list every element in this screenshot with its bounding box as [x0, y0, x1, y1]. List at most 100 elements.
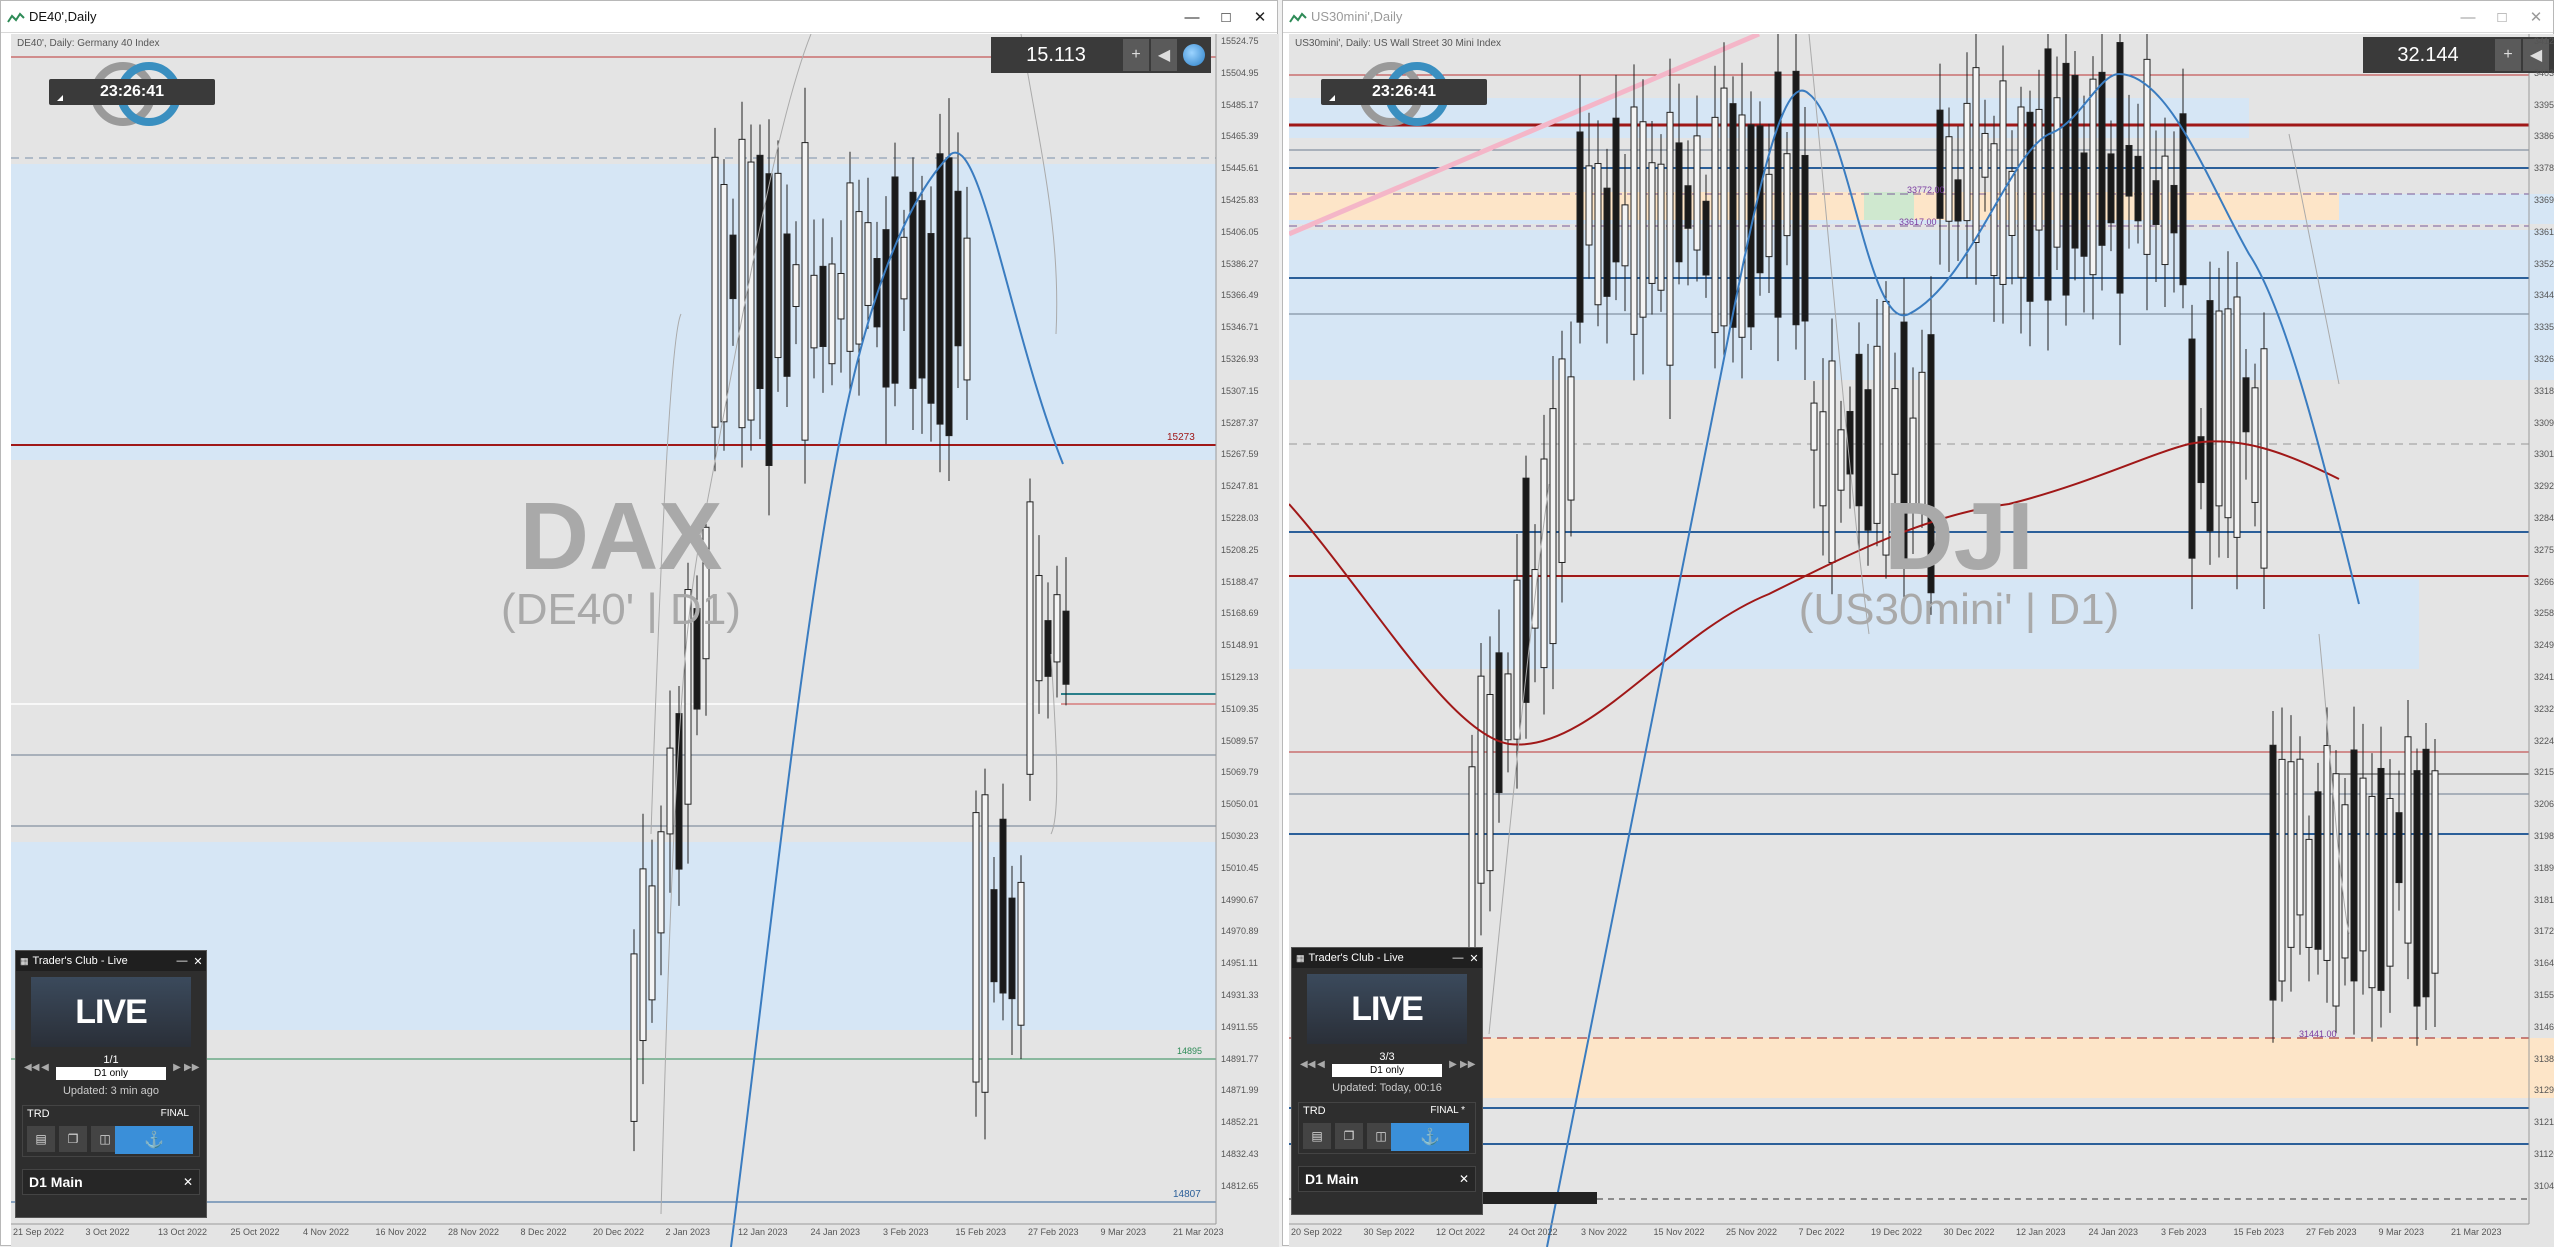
date-tick: 9 Mar 2023 — [1100, 1227, 1147, 1237]
d1-main-bar[interactable]: D1 Main ✕ — [22, 1169, 200, 1195]
candle-body — [2089, 78, 2097, 276]
traders-club-panel: ▦ Trader's Club - Live — ✕ LIVE ◀◀ ◀ 3/3… — [1291, 947, 1483, 1215]
candle-body — [1558, 358, 1566, 563]
price-tick: 15050.01 — [1221, 799, 1259, 810]
candle-body — [1549, 408, 1557, 645]
windows-icon[interactable]: ❐ — [59, 1126, 87, 1152]
globe-icon[interactable] — [1183, 44, 1205, 66]
price-tick: 32155.03 — [2534, 767, 2554, 778]
candle-body — [846, 182, 854, 352]
close-icon[interactable]: ✕ — [1466, 952, 1482, 965]
anchor-button[interactable]: ⚓ — [115, 1126, 193, 1154]
d1-main-bar[interactable]: D1 Main ✕ — [1298, 1166, 1476, 1192]
price-tick: 33782.76 — [2534, 163, 2554, 174]
titlebar[interactable]: US30mini',Daily — □ ✕ — [1283, 1, 2553, 33]
titlebar[interactable]: DE40',Daily — □ ✕ — [1, 1, 1277, 33]
minimize-icon[interactable]: — — [174, 955, 190, 967]
candle-body — [1594, 163, 1602, 306]
price-tick: 15168.69 — [1221, 608, 1259, 619]
candle-body — [900, 236, 908, 300]
anchor-button[interactable]: ⚓ — [1391, 1123, 1469, 1151]
last-page-icon[interactable]: ▶▶ — [184, 1062, 199, 1073]
live-banner[interactable]: LIVE — [1307, 974, 1467, 1044]
price-tick: 32069.36 — [2534, 799, 2554, 810]
spread-widget: 32.144 + ◀ — [2363, 37, 2554, 73]
date-tick: 9 Mar 2023 — [2378, 1227, 2425, 1237]
price-tick: 33954.39 — [2534, 99, 2554, 110]
candle-body — [1801, 154, 1809, 322]
updated-status: Updated: 3 min ago — [62, 1085, 159, 1097]
panel-header[interactable]: ▦ Trader's Club - Live — ✕ — [16, 951, 206, 971]
minimize-icon[interactable]: — — [2451, 1, 2485, 33]
watermark-subtitle: (DE40' | D1) — [501, 585, 741, 634]
level-label-1: 15273 — [1167, 432, 1195, 443]
minimize-icon[interactable]: — — [1450, 952, 1466, 964]
date-tick: 12 Oct 2022 — [1436, 1227, 1486, 1237]
price-chart-dji[interactable]: US30mini', Daily: US Wall Street 30 Mini… — [1289, 34, 2554, 1247]
last-page-icon[interactable]: ▶▶ — [1460, 1059, 1475, 1070]
next-page-icon[interactable]: ▶ — [170, 1062, 184, 1073]
symbol-watermark: DJI (US30mini' | D1) — [1719, 489, 2199, 635]
price-chart-dax[interactable]: DE40', Daily: Germany 40 Index 23:26:41 … — [11, 34, 1279, 1247]
candle-body — [1585, 165, 1593, 246]
document-icon[interactable]: ▤ — [1303, 1123, 1331, 1149]
candle-body — [1675, 142, 1683, 263]
date-tick: 8 Dec 2022 — [520, 1227, 567, 1237]
candle-body — [738, 138, 746, 429]
windows-icon[interactable]: ❐ — [1335, 1123, 1363, 1149]
live-banner[interactable]: LIVE — [31, 977, 191, 1047]
candle-body — [1693, 135, 1701, 251]
minimize-icon[interactable]: — — [1175, 1, 1209, 33]
price-tick: 15485.17 — [1221, 99, 1259, 110]
window-de40-daily[interactable]: DE40',Daily — □ ✕ DE40', Daily: Germany … — [0, 0, 1279, 1247]
candle-body — [765, 173, 773, 466]
document-icon[interactable]: ▤ — [27, 1126, 55, 1152]
timeframe-filter[interactable]: D1 only — [1332, 1064, 1442, 1077]
anchor-icon: ⚓ — [144, 1132, 164, 1149]
prev-page-icon[interactable]: ◀ — [38, 1062, 52, 1073]
candle-body — [1603, 187, 1611, 297]
plus-icon[interactable]: + — [2495, 39, 2521, 71]
candle-body — [756, 154, 764, 390]
first-page-icon[interactable]: ◀◀ — [24, 1062, 39, 1073]
spread-value: 15.113 — [1026, 43, 1086, 66]
close-icon[interactable]: ✕ — [190, 955, 206, 968]
panel-title: Trader's Club - Live — [32, 955, 128, 967]
price-tick: 15445.61 — [1221, 163, 1259, 174]
candle-body — [972, 812, 980, 1083]
maximize-icon[interactable]: □ — [2485, 1, 2519, 33]
close-icon[interactable]: ✕ — [1459, 1172, 1469, 1186]
date-tick: 12 Jan 2023 — [738, 1227, 788, 1237]
window-us30mini-daily[interactable]: US30mini',Daily — □ ✕ US30mini', Daily: … — [1282, 0, 2554, 1247]
date-tick: 30 Dec 2022 — [1943, 1227, 1995, 1237]
price-tick: 15346.71 — [1221, 322, 1259, 333]
price-tick: 33697.09 — [2534, 195, 2554, 205]
next-page-icon[interactable]: ▶ — [1446, 1059, 1460, 1070]
date-tick: 3 Oct 2022 — [85, 1227, 130, 1237]
candle-body — [1630, 106, 1638, 335]
plus-icon[interactable]: + — [1123, 39, 1149, 71]
price-tick: 15465.39 — [1221, 131, 1259, 142]
first-page-icon[interactable]: ◀◀ — [1300, 1059, 1315, 1070]
date-tick: 2 Jan 2023 — [665, 1227, 711, 1237]
price-tick: 14970.89 — [1221, 926, 1259, 937]
timeframe-filter[interactable]: D1 only — [56, 1067, 166, 1080]
close-icon[interactable]: ✕ — [183, 1175, 193, 1189]
price-tick: 15208.25 — [1221, 544, 1259, 555]
candle-body — [1017, 881, 1025, 1026]
close-icon[interactable]: ✕ — [1243, 1, 1277, 33]
date-tick: 27 Feb 2023 — [1028, 1227, 1079, 1237]
candle-body — [2314, 791, 2322, 950]
price-tick: 15188.47 — [1221, 576, 1259, 587]
maximize-icon[interactable]: □ — [1209, 1, 1243, 33]
close-icon[interactable]: ✕ — [2519, 1, 2553, 33]
price-tick: 32497.71 — [2534, 640, 2554, 651]
candle-body — [1855, 353, 1863, 507]
clock-time: 23:26:41 — [99, 83, 165, 100]
candle-body — [1666, 111, 1674, 366]
price-tick: 15129.13 — [1221, 672, 1259, 682]
arrow-left-icon[interactable]: ◀ — [1151, 39, 1177, 71]
prev-page-icon[interactable]: ◀ — [1314, 1059, 1328, 1070]
date-tick: 21 Mar 2023 — [1173, 1227, 1224, 1237]
panel-header[interactable]: ▦ Trader's Club - Live — ✕ — [1292, 948, 1482, 968]
